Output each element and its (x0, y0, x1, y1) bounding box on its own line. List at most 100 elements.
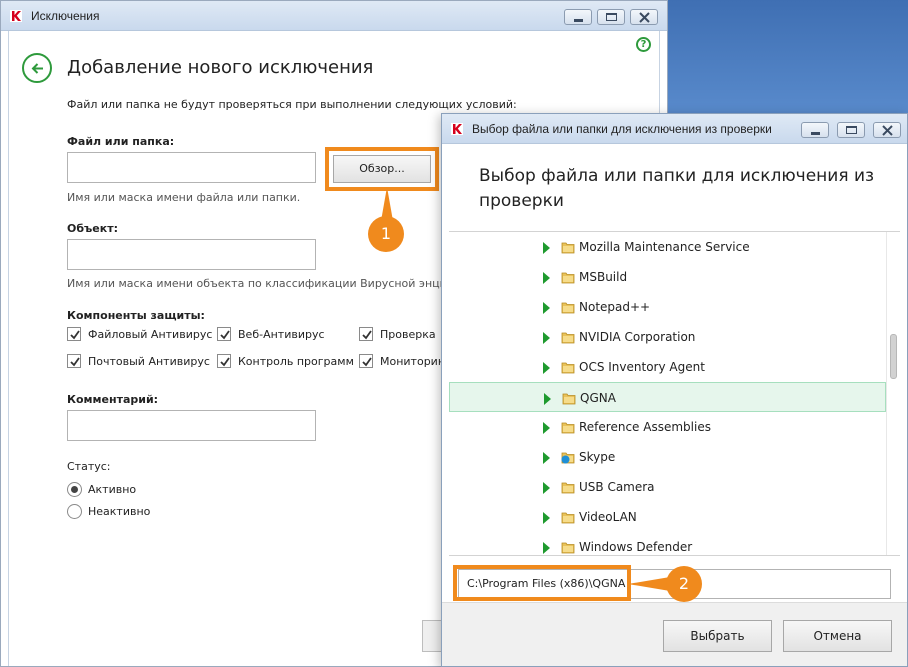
checkmark-icon (70, 357, 80, 367)
object-hint: Имя или маска имени объекта по классифик… (67, 277, 461, 290)
expand-arrow-icon[interactable] (544, 393, 551, 405)
tree-item-label: VideoLAN (579, 510, 637, 524)
browse-button[interactable]: Обзор... (333, 155, 431, 183)
checkbox-mail-antivirus[interactable] (67, 354, 81, 368)
tree-item-label: Notepad++ (579, 300, 651, 314)
tree-item-label: QGNA (580, 391, 616, 405)
tree-item[interactable]: QGNA (449, 382, 886, 412)
comment-label: Комментарий: (67, 393, 159, 406)
tree-item[interactable]: VideoLAN (449, 502, 886, 532)
scrollbar-thumb[interactable] (890, 334, 897, 379)
radio-selected-dot (71, 486, 78, 493)
tree-item[interactable]: Reference Assemblies (449, 412, 886, 442)
highlight-path (453, 565, 631, 601)
checkbox-label: Мониторин (380, 355, 446, 368)
expand-arrow-icon[interactable] (543, 332, 550, 344)
step-badge-2-pointer (628, 577, 670, 591)
radio-label: Активно (88, 483, 137, 496)
step-badge-1: 1 (368, 216, 404, 252)
folder-icon (561, 482, 575, 494)
tree-item[interactable]: Skype (449, 442, 886, 472)
expand-arrow-icon[interactable] (543, 362, 550, 374)
tree-item-label: Skype (579, 450, 616, 464)
tree-item[interactable]: NVIDIA Corporation (449, 322, 886, 352)
tree-item[interactable]: MSBuild (449, 262, 886, 292)
tree-item[interactable]: Mozilla Maintenance Service (449, 232, 886, 262)
expand-arrow-icon[interactable] (543, 272, 550, 284)
checkbox-label: Контроль программ (238, 355, 354, 368)
expand-arrow-icon[interactable] (543, 482, 550, 494)
tree-item[interactable]: Notepad++ (449, 292, 886, 322)
dialog-titlebar[interactable]: Выбор файла или папки для исключения из … (442, 114, 907, 144)
expand-arrow-icon[interactable] (543, 242, 550, 254)
folder-icon (561, 512, 575, 524)
tree-item-label: MSBuild (579, 270, 628, 284)
close-icon (639, 12, 650, 23)
comment-input[interactable] (67, 410, 316, 441)
checkbox-scan[interactable] (359, 327, 373, 341)
checkbox-file-antivirus[interactable] (67, 327, 81, 341)
select-button[interactable]: Выбрать (663, 620, 772, 652)
dialog-minimize-button[interactable] (801, 122, 829, 138)
main-window-title: Исключения (31, 9, 100, 23)
radio-inactive[interactable] (67, 504, 82, 519)
folder-icon (561, 272, 575, 284)
expand-arrow-icon[interactable] (543, 512, 550, 524)
radio-active[interactable] (67, 482, 82, 497)
folder-icon (562, 393, 576, 405)
tree-item-label: Windows Defender (579, 540, 693, 554)
tree-item[interactable]: OCS Inventory Agent (449, 352, 886, 382)
file-hint: Имя или маска имени файла или папки. (67, 191, 301, 204)
expand-arrow-icon[interactable] (543, 302, 550, 314)
checkbox-label: Проверка (380, 328, 436, 341)
arrow-left-icon (31, 63, 43, 74)
checkbox-app-control[interactable] (217, 354, 231, 368)
dialog-maximize-button[interactable] (837, 122, 865, 138)
dialog-heading: Выбор файла или папки для исключения из … (479, 166, 875, 211)
folder-icon (561, 332, 575, 344)
kaspersky-logo-icon (10, 10, 22, 22)
maximize-icon (606, 13, 617, 21)
checkbox-web-antivirus[interactable] (217, 327, 231, 341)
tree-item[interactable]: Windows Defender (449, 532, 886, 555)
folder-icon (561, 242, 575, 254)
minimize-icon (574, 19, 583, 22)
maximize-button[interactable] (597, 9, 625, 25)
checkmark-icon (362, 357, 372, 367)
back-button[interactable] (22, 53, 52, 83)
minimize-button[interactable] (564, 9, 592, 25)
skype-folder-icon (561, 452, 575, 464)
dialog-title: Выбор файла или папки для исключения из … (472, 122, 772, 136)
checkmark-icon (220, 357, 230, 367)
expand-arrow-icon[interactable] (543, 452, 550, 464)
close-button[interactable] (630, 9, 658, 25)
step-badge-1-pointer (381, 187, 393, 221)
checkbox-monitoring[interactable] (359, 354, 373, 368)
folder-icon (561, 422, 575, 434)
dialog-close-button[interactable] (873, 122, 901, 138)
step-badge-2: 2 (666, 566, 702, 602)
maximize-icon (846, 126, 857, 134)
main-titlebar[interactable]: Исключения (1, 1, 667, 31)
checkmark-icon (70, 330, 80, 340)
tree-item[interactable]: USB Camera (449, 472, 886, 502)
cancel-button[interactable]: Отмена (783, 620, 892, 652)
checkbox-label: Файловый Антивирус (88, 328, 213, 341)
file-input[interactable] (67, 152, 316, 183)
expand-arrow-icon[interactable] (543, 542, 550, 554)
checkbox-label: Почтовый Антивирус (88, 355, 210, 368)
tree-scrollbar[interactable] (886, 232, 900, 555)
tree-item-label: USB Camera (579, 480, 655, 494)
checkmark-icon (362, 330, 372, 340)
help-icon[interactable]: ? (636, 37, 651, 52)
status-label: Статус: (67, 460, 111, 473)
folder-tree[interactable]: Mozilla Maintenance Service MSBuild Notepa… (449, 231, 900, 556)
object-input[interactable] (67, 239, 316, 270)
expand-arrow-icon[interactable] (543, 422, 550, 434)
components-label: Компоненты защиты: (67, 309, 205, 322)
tree-item-label: Reference Assemblies (579, 420, 711, 434)
folder-icon (561, 302, 575, 314)
checkmark-icon (220, 330, 230, 340)
checkbox-label: Веб-Антивирус (238, 328, 325, 341)
description-text: Файл или папка не будут проверяться при … (67, 98, 517, 111)
